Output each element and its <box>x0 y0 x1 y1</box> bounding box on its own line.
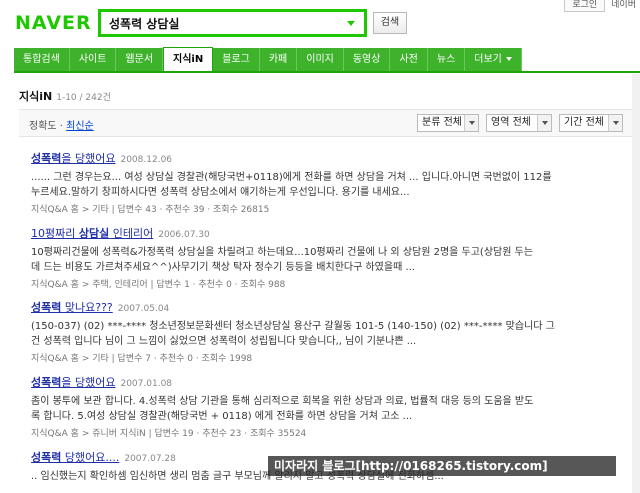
title-text: 맞나요??? <box>61 301 113 314</box>
sort-accuracy[interactable]: 정확도 · <box>29 121 63 132</box>
snippet-line: 좀이 봉투에 보관 합니다. 4.성폭력 상담 기관을 통해 심리적으로 회복을… <box>31 396 534 407</box>
result-item: 10평짜리 상담실 인테리어 2006.07.30 10평짜리건물에 성폭력&가정… <box>31 227 631 290</box>
search-tabs: 통합검색 사이트 웹문서 지식iN 블로그 카페 이미지 동영상 사전 뉴스 더… <box>14 47 522 71</box>
result-meta: 지식Q&A 홈 > 주택, 인테리어 | 답변수 1 · 추천수 0 · 조회수… <box>31 280 286 290</box>
nav-underline <box>14 71 640 73</box>
tab-site[interactable]: 사이트 <box>69 48 117 71</box>
tab-more-label: 더보기 <box>474 54 502 65</box>
result-title-link[interactable]: 성폭력 맞나요??? <box>31 301 113 314</box>
result-date: 2007.05.04 <box>117 304 170 314</box>
chevron-down-icon <box>537 115 551 131</box>
tab-more[interactable]: 더보기 <box>465 48 522 71</box>
area-select[interactable]: 영역 전체 <box>486 114 552 132</box>
filter-bar: 정확도 · 최신순 분류 전체 영역 전체 기간 전체 <box>19 109 639 137</box>
snippet-line: 건 성폭력 입니다 님이 그 느낌이 싫었으면 성폭력이 성립됩니다 맞습니다,… <box>31 336 417 347</box>
period-select-value: 기간 전체 <box>564 117 604 128</box>
title-text: 인테리어 <box>109 227 154 240</box>
result-snippet: 좀이 봉투에 보관 합니다. 4.성폭력 상담 기관을 통해 심리적으로 회복을… <box>31 394 631 424</box>
tab-cafe[interactable]: 카페 <box>259 48 298 71</box>
result-date: 2006.07.30 <box>158 230 210 240</box>
tab-image[interactable]: 이미지 <box>297 48 344 71</box>
result-meta: 지식Q&A 홈 > 기타 | 답변수 7 · 추천수 0 · 조회수 1998 <box>31 354 253 364</box>
result-meta: 지식Q&A 홈 > 쥬니버 지식iN | 답변수 19 · 추천수 23 · 조… <box>31 429 307 439</box>
snippet-line: (150-037) (02) ***-**** 청소년정보문화센터 청소년상담실… <box>31 321 555 332</box>
area-select-value: 영역 전체 <box>491 117 531 128</box>
title-text: 을 당했어요 <box>61 152 116 165</box>
snippet-line: 록 합니다. 5.여성 상담실 경찰관(해당국번 + 0118) 에게 전화를 … <box>31 411 413 422</box>
tab-kin[interactable]: 지식iN <box>163 47 214 71</box>
result-title-link[interactable]: 성폭력을 당했어요 <box>31 152 115 165</box>
result-title-link[interactable]: 10평짜리 상담실 인테리어 <box>31 227 153 240</box>
title-highlight: 성폭력 <box>31 376 62 389</box>
naver-logo[interactable]: NAVER <box>15 12 92 34</box>
period-select[interactable]: 기간 전체 <box>559 114 623 132</box>
tab-blog[interactable]: 블로그 <box>213 48 260 71</box>
title-text: 을 당했어요 <box>61 376 116 389</box>
snippet-line: 데 드는 비용도 가르쳐주세요^^)사무기기 책상 탁자 정수기 등등을 배치한… <box>31 262 415 273</box>
search-box <box>98 9 367 37</box>
blog-watermark: 미자라지 블로그[http://0168265.tistory.com] <box>268 456 616 476</box>
title-highlight: 성폭력 <box>31 451 62 464</box>
title-highlight: 상담실 <box>78 227 110 240</box>
result-date: 2007.01.08 <box>120 379 173 389</box>
result-item: 성폭력 맞나요??? 2007.05.04 (150-037) (02) ***-… <box>31 301 631 364</box>
naver-home-link[interactable]: 네이버 <box>611 0 640 12</box>
sort-latest[interactable]: 최신순 <box>66 121 94 132</box>
snippet-line: ...... 그런 경우는요... 여성 상담실 경찰관(해당국번+0118)에… <box>31 172 552 183</box>
snippet-line: 10평짜리건물에 성폭력&가정폭력 상담실을 차릴려고 하는데요...10평짜리… <box>31 247 534 258</box>
caret-down-icon <box>505 57 512 61</box>
chevron-down-icon <box>608 115 622 131</box>
tab-video[interactable]: 동영상 <box>343 48 391 71</box>
category-select[interactable]: 분류 전체 <box>417 114 479 132</box>
tab-dictionary[interactable]: 사전 <box>390 48 428 71</box>
result-item: 성폭력을 당했어요 2008.12.06 ...... 그런 경우는요... 여성… <box>31 152 631 215</box>
sort-options: 정확도 · 최신순 <box>29 117 94 132</box>
chevron-down-icon <box>464 115 478 131</box>
result-title-link[interactable]: 성폭력 당했어요.... <box>31 451 119 464</box>
autocomplete-toggle-icon[interactable] <box>347 20 355 26</box>
result-title-link[interactable]: 성폭력을 당했어요 <box>31 376 115 389</box>
title-highlight: 성폭력 <box>31 152 62 165</box>
title-text: 10평짜리 <box>31 227 79 240</box>
page-scrollbar[interactable] <box>632 74 640 493</box>
result-date: 2008.12.06 <box>120 155 173 165</box>
result-meta: 지식Q&A 홈 > 기타 | 답변수 43 · 추천수 39 · 조회수 268… <box>31 205 270 215</box>
title-text: 당했어요.... <box>61 451 120 464</box>
section-title: 지식iN <box>19 90 53 103</box>
tab-integrated[interactable]: 통합검색 <box>14 48 70 71</box>
result-snippet: 10평짜리건물에 성폭력&가정폭력 상담실을 차릴려고 하는데요...10평짜리… <box>31 245 631 275</box>
result-snippet: (150-037) (02) ***-**** 청소년정보문화센터 청소년상담실… <box>31 319 631 349</box>
top-links: 로그인 네이버 <box>564 0 640 12</box>
result-count: 1-10 / 242건 <box>56 93 111 103</box>
tab-news[interactable]: 뉴스 <box>427 48 466 71</box>
result-item: 성폭력을 당했어요 2007.01.08 좀이 봉투에 보관 합니다. 4.성폭력… <box>31 376 631 439</box>
result-snippet: ...... 그런 경우는요... 여성 상담실 경찰관(해당국번+0118)에… <box>31 170 631 200</box>
category-select-value: 분류 전체 <box>422 117 462 128</box>
title-highlight: 성폭력 <box>31 301 62 314</box>
snippet-line: 누르세요.말하기 창피하시다면 성폭력 상담소에서 얘기하는게 우선입니다. 용… <box>31 187 410 198</box>
login-button[interactable]: 로그인 <box>564 0 606 12</box>
section-heading: 지식iN 1-10 / 242건 <box>19 88 111 104</box>
result-date: 2007.07.28 <box>124 454 176 464</box>
search-button[interactable]: 검색 <box>373 12 407 34</box>
tab-webdoc[interactable]: 웹문서 <box>116 48 164 71</box>
search-input[interactable] <box>101 13 341 33</box>
